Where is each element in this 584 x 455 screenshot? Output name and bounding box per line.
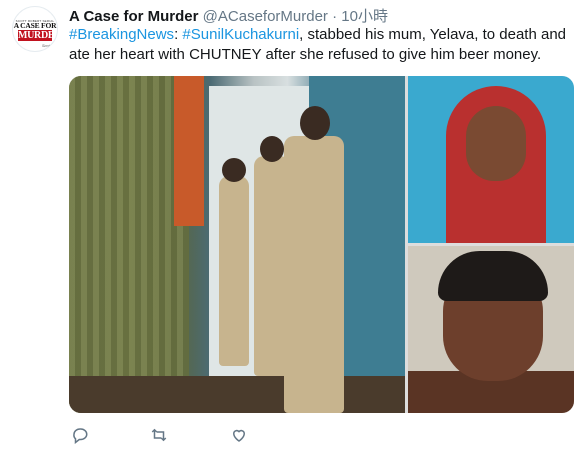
tweet-text: #BreakingNews: #SunilKuchakurni, stabbed… (69, 25, 574, 65)
like-button[interactable] (228, 424, 250, 446)
officer-head (260, 136, 284, 162)
author-name[interactable]: A Case for Murder (69, 8, 198, 25)
tweet-header: A Case for Murder @ACaseforMurder · 10小時 (69, 7, 388, 26)
heart-icon (232, 429, 246, 442)
officer-head (222, 158, 246, 182)
header-separator: · (332, 8, 338, 25)
hashtag-sunilkuchakurni[interactable]: #SunilKuchakurni (182, 26, 299, 43)
avatar-logo-line1: A CASE FOR (13, 21, 57, 30)
tweet-actions (69, 424, 369, 446)
retweet-icon (151, 428, 167, 442)
tweet-timestamp[interactable]: 10小時 (341, 8, 388, 25)
media-photo-police-scene[interactable] (69, 76, 405, 413)
police-officer-3 (219, 158, 249, 366)
hashtag-breakingnews[interactable]: #BreakingNews (69, 26, 174, 43)
avatar-logo-line2: MURDER (18, 30, 58, 41)
reply-icon (73, 428, 88, 444)
floor (69, 376, 405, 413)
reply-button[interactable] (69, 424, 91, 446)
police-officer-1 (284, 106, 344, 413)
corrugated-wall (69, 76, 189, 413)
author-handle[interactable]: @ACaseforMurder (203, 8, 328, 25)
tweet[interactable]: SCOTT ROBERT SERIAL A CASE FOR MURDER Sc… (0, 0, 584, 455)
tweet-media (69, 76, 574, 413)
woman-face (466, 106, 526, 181)
man-hair (438, 251, 548, 301)
avatar[interactable]: SCOTT ROBERT SERIAL A CASE FOR MURDER Sc… (12, 6, 58, 52)
media-photo-woman[interactable] (408, 76, 574, 243)
orange-cloth (174, 76, 204, 226)
avatar-signature: Scott (41, 43, 51, 48)
media-photo-man[interactable] (408, 246, 574, 413)
officer-head (300, 106, 330, 140)
retweet-button[interactable] (148, 424, 170, 446)
